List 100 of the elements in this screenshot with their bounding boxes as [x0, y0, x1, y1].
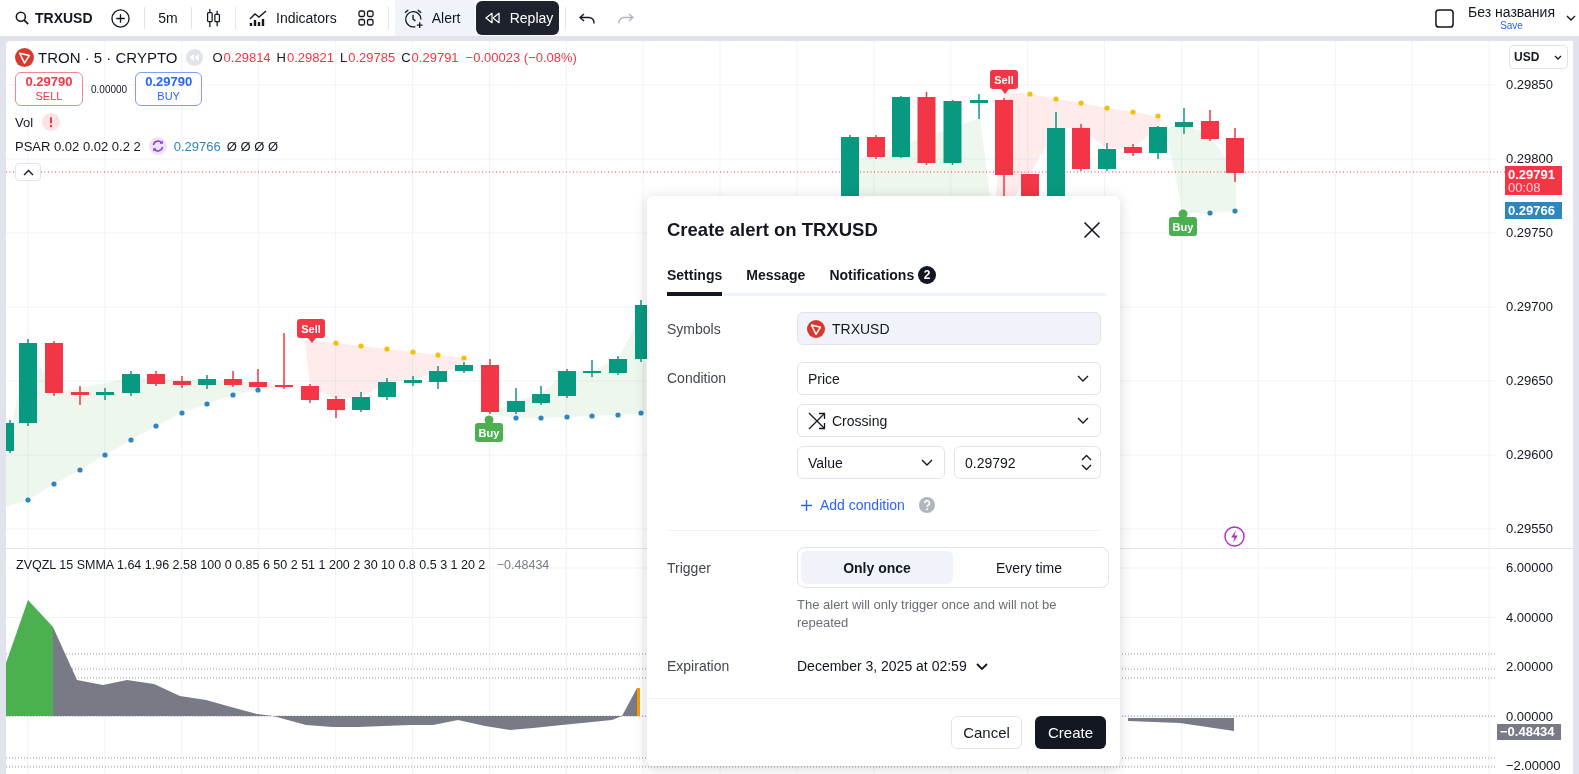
currency-dropdown[interactable]: USD: [1509, 45, 1568, 69]
candle: [583, 359, 601, 378]
sell-button[interactable]: 0.29790 SELL: [15, 72, 83, 106]
field-label: Expiration: [667, 658, 731, 674]
coin-logo-icon: [15, 47, 34, 67]
oscillator-tick: 6.00000: [1506, 560, 1553, 576]
candle: [1201, 109, 1219, 142]
study-name: PSAR 0.02 0.02 0.2 2: [15, 138, 141, 154]
operand-type-select[interactable]: Value: [797, 446, 945, 479]
source-select[interactable]: Price: [797, 362, 1101, 395]
oscillator-edge-bar: [637, 688, 640, 716]
oscillator-tick: 2.00000: [1506, 659, 1553, 675]
alert-button[interactable]: Alert: [394, 0, 475, 36]
trigger-option[interactable]: Only once: [801, 551, 953, 584]
oscillator-tick: −2.00000: [1506, 758, 1561, 774]
create-button[interactable]: Create: [1035, 716, 1106, 749]
candle: [147, 370, 165, 387]
alarm-clock-icon: [402, 7, 424, 29]
psar-price-label: 0.29766: [1505, 202, 1562, 219]
cancel-button[interactable]: Cancel: [951, 716, 1022, 749]
indicators-button[interactable]: Indicators: [242, 1, 344, 35]
candle: [892, 95, 910, 159]
chevron-down-icon: [1077, 417, 1089, 424]
ohlc-label: H: [276, 49, 286, 65]
lightning-icon[interactable]: [1224, 526, 1245, 547]
add-condition-link[interactable]: Add condition: [797, 497, 905, 513]
chevron-up-icon: [22, 168, 34, 176]
ohlc-label: C: [401, 49, 411, 65]
dialog-tab[interactable]: Settings: [667, 266, 723, 296]
chevron-down-icon: [1077, 375, 1089, 382]
field-label: Symbols: [667, 320, 722, 337]
psar-dot: [384, 346, 390, 352]
stepper-arrows-icon[interactable]: [1081, 454, 1092, 471]
grid-icon: [357, 10, 374, 26]
spread-value: 0.00000: [91, 83, 128, 95]
field-label: Condition: [667, 369, 728, 388]
ohlc-value: 0.29785: [348, 49, 396, 65]
trigger-option[interactable]: Every time: [953, 551, 1105, 584]
psar-dot: [461, 355, 467, 361]
candle: [249, 368, 267, 390]
chevron-down-icon[interactable]: [1566, 15, 1576, 21]
layout-name[interactable]: Без названия: [1468, 5, 1555, 19]
value-input[interactable]: 0.29792: [954, 446, 1101, 479]
candle: [970, 93, 988, 120]
refresh-icon[interactable]: [148, 137, 167, 155]
trigger-hint: The alert will only trigger once and will not be repeated: [797, 596, 1058, 632]
price-tick: 0.29550: [1506, 521, 1553, 537]
candle: [96, 387, 114, 401]
psar-dot: [333, 340, 339, 346]
psar-dot: [102, 452, 108, 458]
redo-icon: [617, 12, 634, 24]
dialog-tab[interactable]: Message: [746, 266, 806, 296]
candle: [635, 299, 647, 363]
price-change: −0.00023 (−0.08%): [465, 49, 577, 65]
psar-dot: [410, 349, 416, 355]
psar-dot: [638, 410, 644, 416]
warning-icon[interactable]: [42, 113, 61, 131]
candle: [122, 370, 140, 397]
psar-dot: [230, 392, 236, 398]
interval-button[interactable]: 5m: [151, 1, 185, 35]
square-icon[interactable]: [1435, 8, 1455, 28]
collapse-button[interactable]: [15, 163, 41, 181]
dialog-tab[interactable]: Notifications 2: [829, 266, 937, 296]
candle: [404, 375, 422, 387]
psar-dot: [153, 423, 159, 429]
price-tick: 0.29850: [1506, 77, 1553, 93]
psar-dot: [1078, 100, 1084, 106]
ohlc-label: L: [340, 49, 348, 65]
expiration-dropdown[interactable]: December 3, 2025 at 02:59: [797, 658, 988, 674]
candle: [841, 134, 859, 197]
study-values: Ø Ø Ø Ø: [226, 138, 279, 154]
dialog-title: Create alert on TRXUSD: [667, 218, 878, 242]
close-button[interactable]: [1083, 221, 1101, 239]
coin-logo-icon: [807, 319, 825, 338]
ohlc-value: 0.29821: [287, 49, 334, 65]
sell-signal-marker: Sell: [990, 70, 1018, 94]
candle: [45, 340, 63, 397]
psar-dot: [77, 467, 83, 473]
psar-dot: [1155, 113, 1161, 119]
undo-icon: [578, 12, 595, 24]
sell-signal-marker: Sell: [297, 319, 325, 343]
price-tick: 0.29700: [1506, 299, 1553, 315]
symbol-search-button[interactable]: TRXUSD: [8, 1, 94, 35]
ohlc-label: O: [212, 49, 223, 65]
count-badge: 2: [918, 266, 937, 284]
close-icon: [1083, 221, 1101, 239]
psar-dot: [128, 437, 134, 443]
replay-button[interactable]: Replay: [475, 1, 559, 35]
save-link[interactable]: Save: [1500, 21, 1523, 31]
buy-button[interactable]: 0.29790 BUY: [135, 72, 203, 106]
candle: [481, 358, 499, 415]
study-name: Vol: [15, 114, 34, 130]
psar-dot: [615, 412, 621, 418]
ohlc-value: 0.29791: [411, 49, 459, 65]
candle: [507, 387, 525, 415]
price-tick: 0.29650: [1506, 373, 1553, 389]
candle: [301, 383, 319, 404]
psar-dot: [25, 497, 31, 503]
operator-select[interactable]: Crossing: [797, 404, 1101, 437]
psar-dot: [589, 413, 595, 419]
